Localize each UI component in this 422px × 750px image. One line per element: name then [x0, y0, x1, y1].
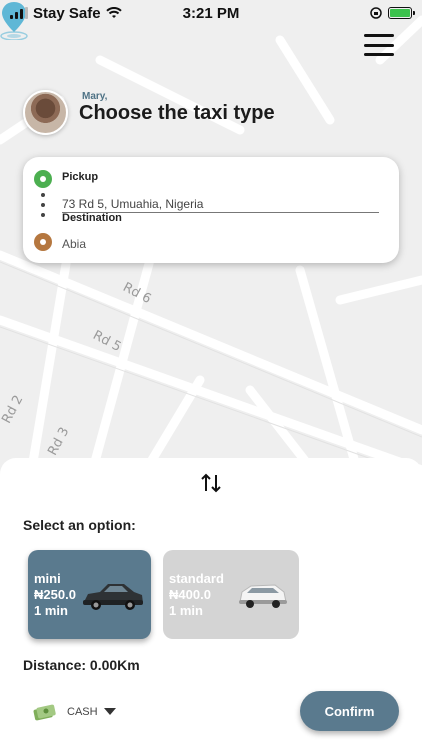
page-title: Choose the taxi type	[79, 102, 275, 124]
destination-input[interactable]: Abia	[62, 237, 86, 251]
pickup-label: Pickup	[62, 171, 99, 183]
van-car-icon	[239, 584, 287, 608]
distance-text: Distance: 0.00Km	[23, 657, 140, 673]
menu-icon[interactable]	[364, 34, 394, 56]
select-option-label: Select an option:	[23, 517, 136, 533]
confirm-button[interactable]: Confirm	[300, 691, 399, 731]
user-name: Mary,	[82, 91, 108, 102]
pickup-marker-icon	[34, 170, 52, 188]
carrier-name: Stay Safe	[33, 4, 101, 22]
orientation-lock-icon	[370, 7, 382, 19]
bottom-sheet: Select an option: mini ₦250.0 1 min stan…	[0, 458, 422, 750]
address-card: Pickup 73 Rd 5, Umuahia, Nigeria Destina…	[23, 157, 399, 263]
cash-icon	[33, 704, 56, 721]
signal-icon	[10, 7, 28, 19]
sedan-car-icon	[83, 584, 143, 610]
swap-vertical-icon[interactable]	[199, 471, 223, 495]
taxi-option-standard[interactable]: standard ₦400.0 1 min	[163, 550, 299, 639]
destination-marker-icon	[34, 233, 52, 251]
route-dots	[41, 193, 45, 217]
status-bar: Stay Safe 3:21 PM	[0, 0, 422, 26]
battery-icon	[388, 7, 415, 19]
payment-method[interactable]: CASH	[67, 706, 98, 718]
destination-label: Destination	[62, 212, 122, 224]
taxi-option-mini[interactable]: mini ₦250.0 1 min	[28, 550, 151, 639]
chevron-down-icon[interactable]	[104, 708, 116, 715]
pickup-input[interactable]: 73 Rd 5, Umuahia, Nigeria	[62, 197, 379, 213]
wifi-icon	[105, 7, 122, 18]
avatar[interactable]	[23, 90, 68, 135]
